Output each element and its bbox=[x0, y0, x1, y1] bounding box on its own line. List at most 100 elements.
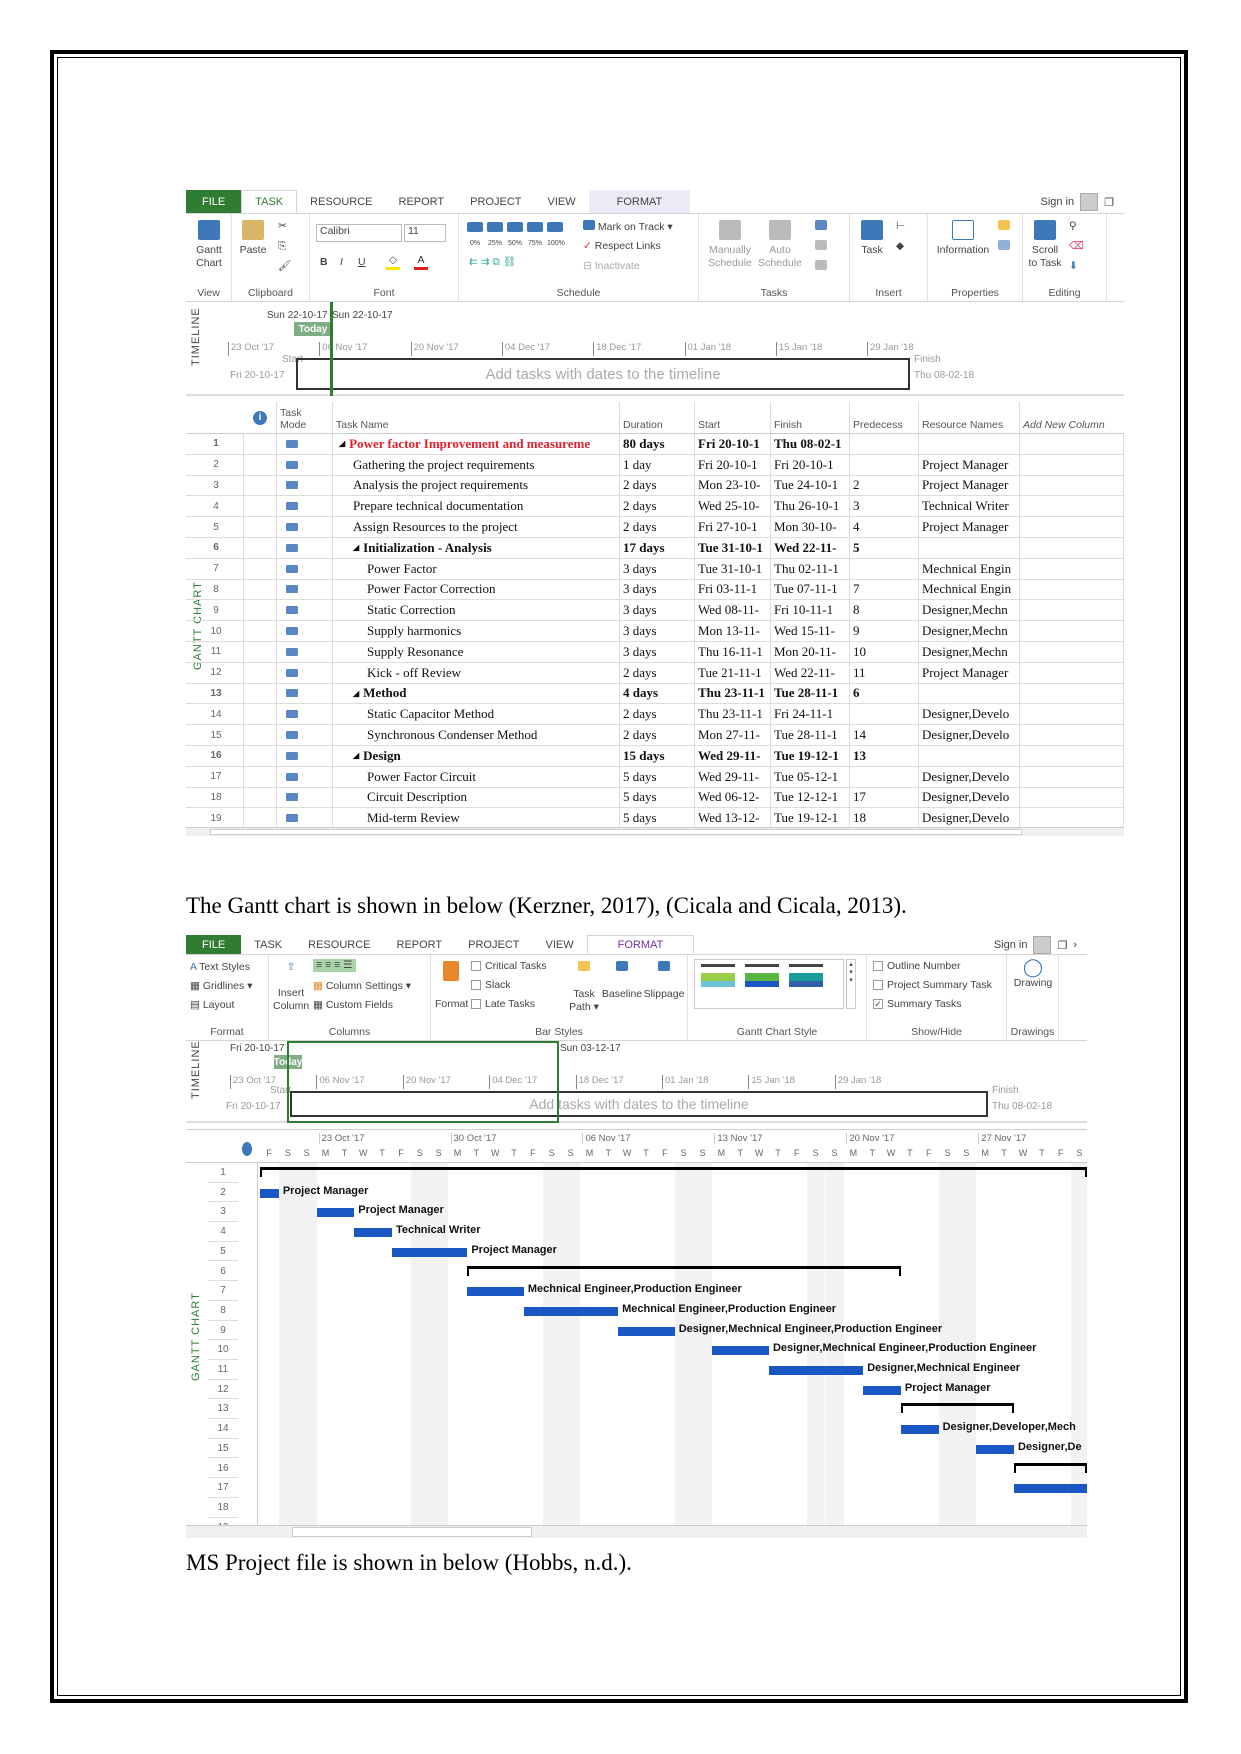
resource-names-cell[interactable]: Designer,Mechn bbox=[919, 642, 1020, 662]
indicator-cell[interactable] bbox=[244, 725, 277, 745]
inspect-button[interactable] bbox=[815, 220, 827, 234]
task-name-cell[interactable]: Static Correction bbox=[333, 600, 620, 621]
duration-cell[interactable]: 15 days bbox=[620, 746, 695, 766]
font-color-button[interactable]: A bbox=[414, 254, 428, 270]
finish-cell[interactable]: Thu 08-02-1 bbox=[771, 434, 850, 454]
gantt-style-option[interactable] bbox=[745, 964, 779, 1004]
finish-cell[interactable]: Tue 24-10-1 bbox=[771, 475, 850, 496]
outdent-indent-buttons[interactable]: ⇇ ⇉ ⧉ ⛓ bbox=[469, 256, 516, 269]
gantt-row-number[interactable]: 8 bbox=[208, 1301, 238, 1321]
table-row[interactable]: 4 Prepare technical documentation 2 days We… bbox=[186, 496, 1124, 518]
sign-in-label[interactable]: Sign in bbox=[994, 939, 1028, 951]
mark-on-track-button[interactable]: Mark on Track ▾ bbox=[583, 220, 673, 234]
checkbox[interactable] bbox=[471, 999, 481, 1010]
resource-names-cell[interactable]: Project Manager bbox=[919, 475, 1020, 496]
indicator-cell[interactable] bbox=[244, 579, 277, 600]
duration-cell[interactable]: 2 days bbox=[620, 517, 695, 537]
task-name-cell[interactable]: Circuit Description bbox=[333, 787, 620, 808]
resource-names-cell[interactable]: Project Manager bbox=[919, 454, 1020, 475]
mode-button[interactable] bbox=[815, 240, 827, 254]
bar-format-button[interactable]: Format bbox=[435, 961, 468, 1011]
header-resource-names[interactable]: Resource Names bbox=[919, 402, 1020, 433]
new-column-cell[interactable] bbox=[1020, 538, 1124, 558]
duration-cell[interactable]: 3 days bbox=[620, 579, 695, 600]
predecessors-cell[interactable] bbox=[850, 434, 919, 454]
resource-names-cell[interactable] bbox=[919, 746, 1020, 766]
tab-view[interactable]: VIEW bbox=[534, 190, 588, 213]
table-row[interactable]: 11 Supply Resonance 3 days Thu 16-11-1 Mon 2… bbox=[186, 642, 1124, 663]
gantt-row-number[interactable]: 12 bbox=[208, 1380, 238, 1400]
task-mode-cell[interactable] bbox=[277, 621, 333, 641]
resource-names-cell[interactable]: Designer,Develo bbox=[919, 704, 1020, 725]
summary-bar[interactable] bbox=[467, 1265, 901, 1276]
summary-bar[interactable] bbox=[1014, 1462, 1087, 1473]
slippage-button[interactable]: Slippage bbox=[643, 961, 685, 1001]
collapse-triangle-icon[interactable]: ◢ bbox=[353, 689, 359, 698]
table-row[interactable]: 19 Mid-term Review 5 days Wed 13-12- Tue 19-… bbox=[186, 808, 1124, 827]
gantt-row-number[interactable]: 11 bbox=[208, 1360, 238, 1380]
duration-cell[interactable]: 2 days bbox=[620, 496, 695, 517]
start-cell[interactable]: Wed 29-11- bbox=[695, 766, 771, 787]
table-row[interactable]: 13 ◢ Method 4 days Thu 23-11-1 Tue 28-11-1 6 bbox=[186, 683, 1124, 705]
scrollbar-thumb[interactable] bbox=[292, 1527, 532, 1537]
information-button[interactable]: Information bbox=[932, 220, 994, 257]
finish-cell[interactable]: Thu 26-10-1 bbox=[771, 496, 850, 517]
task-bar[interactable] bbox=[618, 1326, 675, 1336]
task-bar[interactable] bbox=[260, 1188, 279, 1198]
finish-cell[interactable]: Tue 28-11-1 bbox=[771, 725, 850, 745]
new-column-cell[interactable] bbox=[1020, 621, 1124, 641]
start-cell[interactable]: Fri 20-10-1 bbox=[695, 434, 771, 454]
inactivate-button[interactable]: ⊟ Inactivate bbox=[583, 260, 640, 273]
percent-50-button[interactable]: 50% bbox=[507, 222, 523, 250]
table-row[interactable]: 10 Supply harmonics 3 days Mon 13-11- Wed 15… bbox=[186, 621, 1124, 642]
tab-task[interactable]: TASK bbox=[241, 190, 298, 213]
predecessors-cell[interactable]: 18 bbox=[850, 808, 919, 827]
sign-in[interactable]: Sign in ❐ › bbox=[994, 936, 1077, 954]
new-column-cell[interactable] bbox=[1020, 704, 1124, 725]
task-bar[interactable] bbox=[900, 1425, 939, 1435]
start-cell[interactable]: Thu 23-11-1 bbox=[695, 683, 771, 704]
finish-cell[interactable]: Tue 19-12-1 bbox=[771, 808, 850, 827]
resource-names-cell[interactable]: Project Manager bbox=[919, 662, 1020, 683]
tab-format[interactable]: FORMAT bbox=[586, 935, 695, 954]
indicator-cell[interactable] bbox=[244, 766, 277, 787]
task-mode-cell[interactable] bbox=[277, 766, 333, 787]
collapse-triangle-icon[interactable]: ◢ bbox=[353, 543, 359, 552]
respect-links-button[interactable]: ✓ Respect Links bbox=[583, 240, 661, 253]
copy-button[interactable]: ⎘ bbox=[278, 240, 286, 253]
gantt-chart-button[interactable]: Gantt Chart bbox=[192, 220, 226, 270]
task-bar[interactable] bbox=[1014, 1484, 1087, 1494]
predecessors-cell[interactable] bbox=[850, 454, 919, 475]
start-cell[interactable]: Fri 03-11-1 bbox=[695, 579, 771, 600]
predecessors-cell[interactable]: 8 bbox=[850, 600, 919, 621]
finish-cell[interactable]: Fri 10-11-1 bbox=[771, 600, 850, 621]
collapse-triangle-icon[interactable]: ◢ bbox=[353, 751, 359, 760]
table-row[interactable]: 3 Analysis the project requirements 2 days… bbox=[186, 475, 1124, 497]
task-bar[interactable] bbox=[316, 1208, 355, 1218]
resource-names-cell[interactable]: Mechnical Engin bbox=[919, 558, 1020, 579]
column-settings-button[interactable]: ▦ Column Settings ▾ bbox=[313, 980, 411, 993]
start-cell[interactable]: Wed 08-11- bbox=[695, 600, 771, 621]
tab-resource[interactable]: RESOURCE bbox=[297, 190, 385, 213]
resource-names-cell[interactable]: Project Manager bbox=[919, 517, 1020, 537]
predecessors-cell[interactable]: 17 bbox=[850, 787, 919, 808]
gallery-scroll[interactable]: ▴ ▾ ▾ bbox=[846, 959, 856, 1009]
task-bar[interactable] bbox=[863, 1385, 901, 1395]
task-name-cell[interactable]: Static Capacitor Method bbox=[333, 704, 620, 725]
resource-names-cell[interactable]: Designer,Develo bbox=[919, 725, 1020, 745]
indicator-cell[interactable] bbox=[244, 558, 277, 579]
tab-file[interactable]: FILE bbox=[186, 190, 242, 213]
horizontal-scrollbar[interactable] bbox=[186, 827, 1124, 836]
new-column-cell[interactable] bbox=[1020, 662, 1124, 683]
task-mode-cell[interactable] bbox=[277, 662, 333, 683]
start-cell[interactable]: Tue 21-11-1 bbox=[695, 662, 771, 683]
table-row[interactable]: 14 Static Capacitor Method 2 days Thu 23-11… bbox=[186, 704, 1124, 726]
insert-column-button[interactable]: ⇧ Insert Column bbox=[273, 961, 309, 1013]
task-name-cell[interactable]: Power Factor Correction bbox=[333, 579, 620, 600]
indicator-cell[interactable] bbox=[244, 600, 277, 621]
tab-project[interactable]: PROJECT bbox=[457, 190, 534, 213]
tab-view[interactable]: VIEW bbox=[532, 935, 586, 954]
timeline-pane[interactable]: TIMELINE Sun 22-10-17 Sun 22-10-17 Today… bbox=[186, 302, 1124, 396]
duration-cell[interactable]: 3 days bbox=[620, 642, 695, 662]
task-bar[interactable] bbox=[768, 1366, 864, 1375]
